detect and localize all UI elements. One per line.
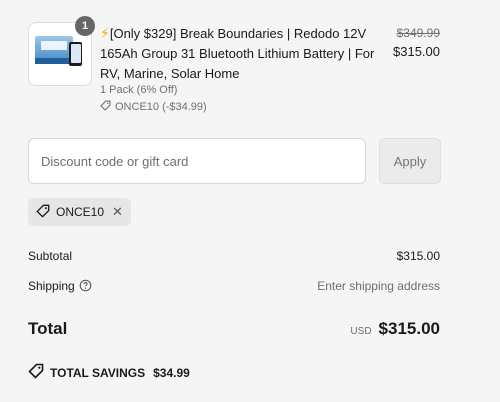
line-item-discount: ONCE10 (-$34.99)	[100, 100, 207, 114]
total-label: Total	[28, 319, 68, 338]
battery-image	[35, 36, 73, 64]
applied-code: ONCE10	[56, 205, 105, 219]
total-row: Total USD $315.00	[28, 319, 440, 339]
product-title-text: [Only $329] Break Boundaries | Redodo 12…	[100, 26, 375, 81]
discount-code-input[interactable]	[28, 138, 366, 184]
original-price: $349.99	[396, 26, 440, 40]
tag-icon	[100, 100, 111, 114]
subtotal-label: Subtotal	[28, 249, 73, 263]
savings-label: TOTAL SAVINGS	[50, 365, 146, 380]
tag-icon	[36, 204, 50, 221]
apply-button[interactable]: Apply	[379, 138, 441, 184]
shipping-label: Shipping	[28, 279, 75, 294]
shipping-row: Shipping Enter shipping address	[28, 279, 440, 295]
currency-code: USD	[350, 326, 372, 337]
help-circle-icon[interactable]	[79, 279, 92, 295]
subtotal-value: $315.00	[396, 249, 440, 263]
quantity-badge: 1	[75, 16, 95, 36]
current-price: $315.00	[393, 44, 440, 59]
shipping-value: Enter shipping address	[317, 279, 440, 293]
tag-icon	[28, 363, 44, 382]
remove-discount-icon[interactable]: ✕	[112, 204, 123, 220]
phone-image	[69, 42, 82, 66]
product-variant: 1 Pack (6% Off)	[100, 84, 178, 96]
savings-value: $34.99	[153, 365, 190, 380]
subtotal-row: Subtotal $315.00	[28, 249, 440, 263]
total-amount: USD $315.00	[350, 319, 440, 339]
applied-discount-chip: ONCE10 ✕	[28, 198, 131, 226]
line-item-discount-text: ONCE10 (-$34.99)	[115, 101, 207, 113]
lightning-icon: ⚡	[100, 25, 110, 41]
product-title: ⚡[Only $329] Break Boundaries | Redodo 1…	[100, 23, 382, 84]
total-savings: TOTAL SAVINGS $34.99	[28, 363, 190, 382]
total-value: $315.00	[378, 319, 440, 338]
line-item: 1 ⚡[Only $329] Break Boundaries | Redodo…	[28, 16, 440, 122]
